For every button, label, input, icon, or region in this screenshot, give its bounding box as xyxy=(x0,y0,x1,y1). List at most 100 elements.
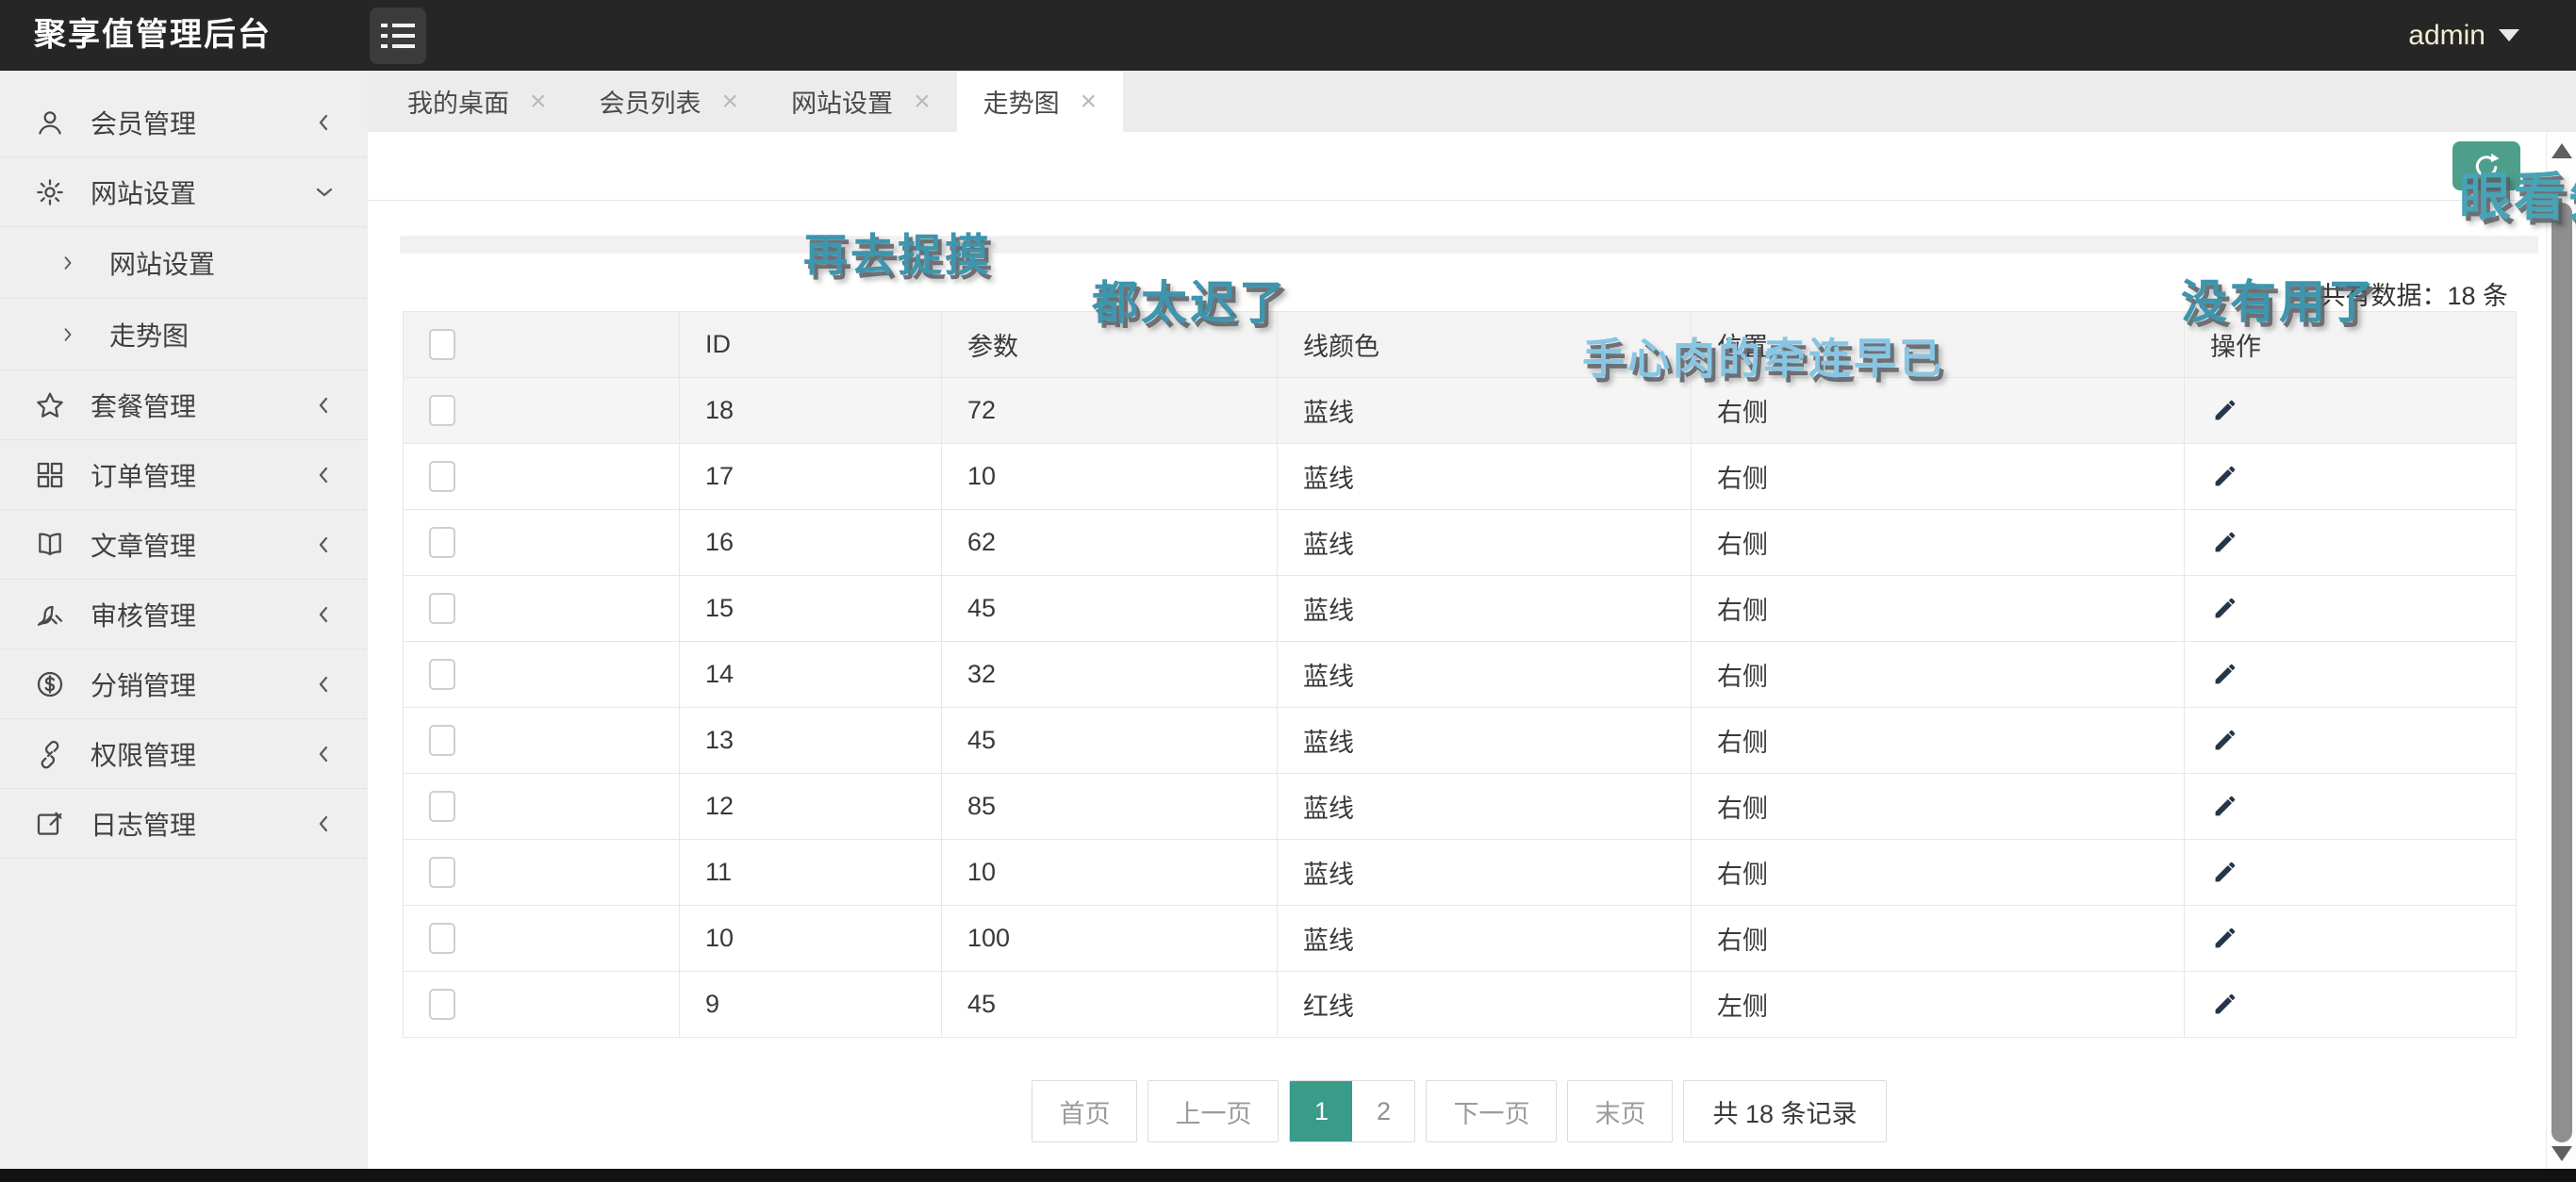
sidebar-item-label: 文章管理 xyxy=(91,526,313,564)
sidebar-item-label: 审核管理 xyxy=(91,596,313,633)
sidebar-subitem-site-settings[interactable]: 网站设置 xyxy=(0,227,368,299)
sidebar-item-label: 会员管理 xyxy=(91,104,313,141)
column-header-id: ID xyxy=(680,312,942,378)
edit-button[interactable] xyxy=(2210,463,2238,491)
tab-member-list[interactable]: 会员列表 × xyxy=(573,71,766,132)
row-checkbox[interactable] xyxy=(429,923,455,954)
chevron-left-icon xyxy=(313,673,336,696)
panel-divider-bar xyxy=(400,236,2538,254)
sidebar-item-label: 订单管理 xyxy=(91,456,313,494)
app-title: 聚享值管理后台 xyxy=(34,0,272,71)
edit-button[interactable] xyxy=(2210,397,2238,425)
pencil-icon xyxy=(2210,661,2238,689)
edit-button[interactable] xyxy=(2210,529,2238,557)
table-row: 18 72 蓝线 右侧 xyxy=(404,378,2517,444)
book-icon xyxy=(34,529,66,561)
chevron-down-icon xyxy=(313,181,336,204)
table-row: 17 10 蓝线 右侧 xyxy=(404,444,2517,510)
edit-button[interactable] xyxy=(2210,991,2238,1019)
sidebar: 会员管理 网站设置 网站设置 xyxy=(0,71,368,1169)
pagination-next-button[interactable]: 下一页 xyxy=(1426,1080,1557,1142)
user-icon xyxy=(34,107,66,139)
row-checkbox[interactable] xyxy=(429,725,455,756)
chevron-left-icon xyxy=(313,111,336,134)
pencil-icon xyxy=(2210,529,2238,557)
data-table: ID 参数 线颜色 位置 操作 18 72 蓝线 右侧 17 10 蓝线 右侧 xyxy=(403,311,2517,1038)
sidebar-item-label: 网站设置 xyxy=(91,173,313,211)
link-icon xyxy=(34,738,66,770)
edit-button[interactable] xyxy=(2210,727,2238,755)
refresh-button[interactable] xyxy=(2452,141,2520,190)
sidebar-item-article-mgmt[interactable]: 文章管理 xyxy=(0,510,368,580)
table-row: 14 32 蓝线 右侧 xyxy=(404,642,2517,708)
chevron-down-icon xyxy=(2499,29,2519,41)
pencil-icon xyxy=(2210,793,2238,821)
column-header-param: 参数 xyxy=(942,312,1278,378)
chevron-left-icon xyxy=(313,534,336,556)
sidebar-item-distribution-mgmt[interactable]: 分销管理 xyxy=(0,649,368,719)
total-data-text: 共有数据：18 条 xyxy=(2320,275,2508,312)
chevron-left-icon xyxy=(313,603,336,626)
close-icon[interactable]: × xyxy=(914,88,931,116)
tab-trend-chart[interactable]: 走势图 × xyxy=(957,71,1124,132)
edit-button[interactable] xyxy=(2210,859,2238,887)
column-header-side: 位置 xyxy=(1692,312,2185,378)
row-checkbox[interactable] xyxy=(429,659,455,690)
dollar-icon xyxy=(34,668,66,700)
tab-site-settings[interactable]: 网站设置 × xyxy=(765,71,957,132)
chevron-left-icon xyxy=(313,394,336,417)
edit-button[interactable] xyxy=(2210,595,2238,623)
close-icon[interactable]: × xyxy=(530,88,547,116)
sidebar-item-review-mgmt[interactable]: 审核管理 xyxy=(0,580,368,649)
scrollbar-thumb[interactable] xyxy=(2551,203,2572,1142)
pencil-icon xyxy=(2210,463,2238,491)
pagination-page-1[interactable]: 1 xyxy=(1290,1081,1352,1141)
audit-icon xyxy=(34,599,66,631)
column-header-line-color: 线颜色 xyxy=(1278,312,1692,378)
edit-icon xyxy=(34,808,66,840)
sidebar-item-member-mgmt[interactable]: 会员管理 xyxy=(0,88,368,157)
row-checkbox[interactable] xyxy=(429,461,455,492)
sidebar-item-package-mgmt[interactable]: 套餐管理 xyxy=(0,370,368,440)
sidebar-item-permission-mgmt[interactable]: 权限管理 xyxy=(0,719,368,789)
sidebar-item-label: 分销管理 xyxy=(91,665,313,703)
chevron-left-icon xyxy=(313,464,336,486)
scroll-down-arrow-icon[interactable] xyxy=(2551,1146,2572,1161)
pencil-icon xyxy=(2210,859,2238,887)
sidebar-subitem-trend-chart[interactable]: 走势图 xyxy=(0,299,368,370)
edit-button[interactable] xyxy=(2210,925,2238,953)
chevron-left-icon xyxy=(313,743,336,765)
pagination-page-2[interactable]: 2 xyxy=(1352,1081,1414,1141)
tab-my-desktop[interactable]: 我的桌面 × xyxy=(381,71,573,132)
close-icon[interactable]: × xyxy=(1081,88,1098,116)
row-checkbox[interactable] xyxy=(429,989,455,1020)
sidebar-item-site-settings[interactable]: 网站设置 xyxy=(0,157,368,227)
row-checkbox[interactable] xyxy=(429,791,455,822)
pagination-first-button[interactable]: 首页 xyxy=(1032,1080,1137,1142)
select-all-checkbox[interactable] xyxy=(429,329,455,360)
star-icon xyxy=(34,389,66,421)
row-checkbox[interactable] xyxy=(429,857,455,888)
edit-button[interactable] xyxy=(2210,793,2238,821)
row-checkbox[interactable] xyxy=(429,395,455,426)
sidebar-subitem-label: 网站设置 xyxy=(109,244,215,282)
edit-button[interactable] xyxy=(2210,661,2238,689)
sidebar-toggle-button[interactable] xyxy=(370,8,426,64)
main-content: 共有数据：18 条 ID 参数 线颜色 位置 操作 18 72 蓝线 右侧 xyxy=(368,132,2576,1169)
user-menu[interactable]: admin xyxy=(2408,0,2519,71)
row-checkbox[interactable] xyxy=(429,593,455,624)
pagination-last-button[interactable]: 末页 xyxy=(1567,1080,1673,1142)
tabbar: 我的桌面 × 会员列表 × 网站设置 × 走势图 × xyxy=(368,71,2576,132)
table-row: 12 85 蓝线 右侧 xyxy=(404,774,2517,840)
pagination-prev-button[interactable]: 上一页 xyxy=(1148,1080,1279,1142)
row-checkbox[interactable] xyxy=(429,527,455,558)
scroll-up-arrow-icon[interactable] xyxy=(2551,143,2572,158)
column-header-action: 操作 xyxy=(2185,312,2517,378)
hamburger-icon xyxy=(381,24,415,27)
sidebar-item-label: 套餐管理 xyxy=(91,386,313,424)
sidebar-item-order-mgmt[interactable]: 订单管理 xyxy=(0,440,368,510)
sidebar-item-log-mgmt[interactable]: 日志管理 xyxy=(0,789,368,859)
vertical-scrollbar[interactable] xyxy=(2546,132,2576,1169)
close-icon[interactable]: × xyxy=(722,88,739,116)
grid-icon xyxy=(34,459,66,491)
